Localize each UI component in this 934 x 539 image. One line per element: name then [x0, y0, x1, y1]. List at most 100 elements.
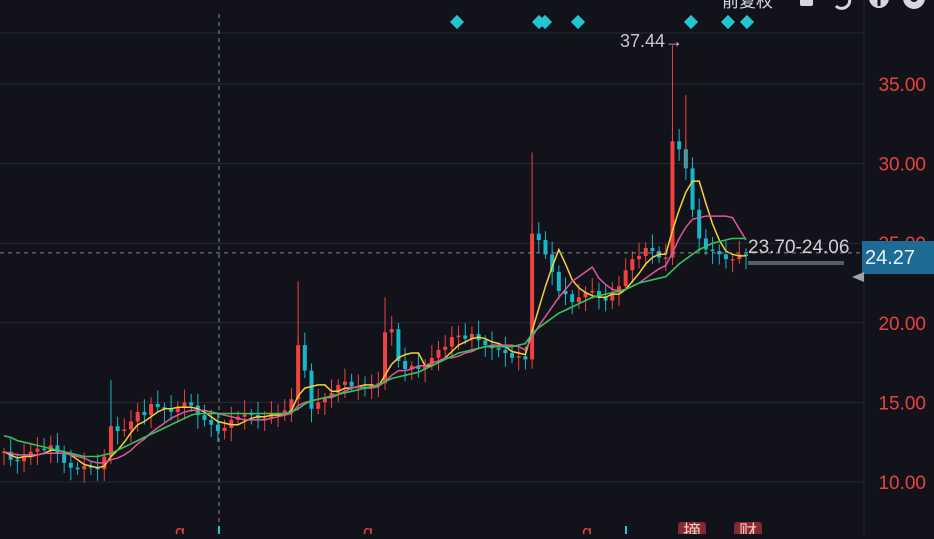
candle-body [316, 402, 321, 409]
candle [723, 240, 728, 269]
event-diamond-icon [570, 14, 586, 30]
candle-body [75, 467, 80, 470]
candle [677, 128, 682, 161]
price-adjust-label[interactable]: 前复权 [722, 0, 773, 11]
event-marker: 摘 [678, 522, 706, 539]
candle-body [570, 294, 575, 303]
candle-body [723, 254, 728, 260]
settings-icon[interactable] [903, 0, 925, 9]
candle [630, 251, 635, 284]
candle-body [135, 411, 140, 422]
undo-icon[interactable] [834, 0, 852, 10]
candle-body [142, 411, 147, 416]
moving-averages-layer [3, 180, 747, 469]
candle [28, 443, 33, 465]
candle-body [556, 271, 561, 291]
candle [637, 242, 642, 269]
candlestick-chart-svg[interactable]: ggg摘财 10.0015.0020.0025.0030.0035.00 37.… [0, 0, 934, 539]
candle [623, 258, 628, 291]
event-marker: 财 [734, 522, 762, 539]
candle [269, 400, 274, 424]
candle [195, 393, 200, 429]
candle-body [149, 403, 154, 416]
candle-body [523, 356, 528, 360]
candle-body [15, 459, 20, 462]
info-icon[interactable] [869, 0, 889, 8]
current-price-label: 24.27 [865, 247, 915, 269]
event-diamond-icon [683, 14, 699, 30]
ma-line-ma60 [3, 237, 746, 458]
candle [570, 290, 575, 315]
candle [129, 410, 134, 443]
candle-body [449, 337, 454, 347]
event-marker-label: 摘 [683, 522, 701, 534]
event-marker-label: 财 [739, 522, 757, 534]
candle-body [536, 233, 541, 241]
max-price-label: 37.44→ [620, 31, 683, 51]
candle [115, 416, 120, 445]
candle-body [122, 429, 127, 432]
candle-body [623, 270, 628, 287]
candle-body [730, 259, 735, 261]
overlay-layer: 37.44→ 23.70-24.06 24.27 [0, 31, 934, 282]
candle [149, 397, 154, 429]
candle-body [115, 426, 120, 432]
y-tick-label: 30.00 [878, 155, 926, 176]
candle-body [82, 466, 87, 470]
candle-body [403, 361, 408, 369]
candle [182, 389, 187, 420]
candle [329, 379, 334, 408]
event-marker-label: g [363, 522, 373, 534]
event-marker: g [582, 522, 592, 539]
candle-body [436, 349, 441, 358]
candle-body [215, 424, 220, 432]
candle [409, 361, 414, 380]
candle [249, 408, 254, 425]
candle-body [663, 257, 668, 259]
candle-body [710, 249, 715, 252]
header-toolbar: 前复权 [722, 0, 925, 11]
candle-body [443, 346, 448, 350]
stock-chart[interactable]: ggg摘财 10.0015.0020.0025.0030.0035.00 37.… [0, 0, 934, 539]
candle-body [690, 168, 695, 210]
candle [256, 401, 261, 429]
candle [396, 323, 401, 368]
candle [703, 229, 708, 256]
candle-body [516, 356, 521, 358]
candle [389, 316, 394, 346]
candle [603, 285, 608, 312]
candle [289, 388, 294, 422]
candle [2, 447, 6, 466]
candle-body [576, 297, 581, 303]
candle [583, 286, 588, 311]
candle [436, 340, 441, 371]
candle-body [463, 335, 468, 339]
event-marker-label: g [582, 522, 592, 534]
candle-body [503, 349, 508, 354]
price-pointer-icon [852, 272, 864, 282]
candle [503, 336, 508, 367]
candle-body [697, 209, 702, 239]
range-bar [748, 261, 844, 265]
candle [88, 461, 93, 476]
candle-body [496, 348, 501, 350]
y-tick-label: 15.00 [878, 393, 926, 414]
candle-body [389, 329, 394, 333]
candle-body [155, 403, 160, 408]
candle [309, 363, 314, 423]
lock-icon[interactable] [800, 0, 813, 6]
candle [155, 390, 160, 412]
candle-body [302, 345, 307, 371]
candle [536, 222, 541, 254]
event-diamond-icon [449, 14, 465, 30]
candle [556, 265, 561, 300]
y-axis-labels: 10.0015.0020.0025.0030.0035.00 [878, 75, 926, 494]
candles-layer [2, 45, 748, 483]
event-marker: g [363, 522, 373, 539]
candle [62, 445, 67, 474]
candle-body [68, 462, 73, 468]
candle-body [349, 381, 354, 387]
candle [737, 240, 742, 264]
candle-body [677, 141, 682, 150]
candle [730, 254, 735, 273]
